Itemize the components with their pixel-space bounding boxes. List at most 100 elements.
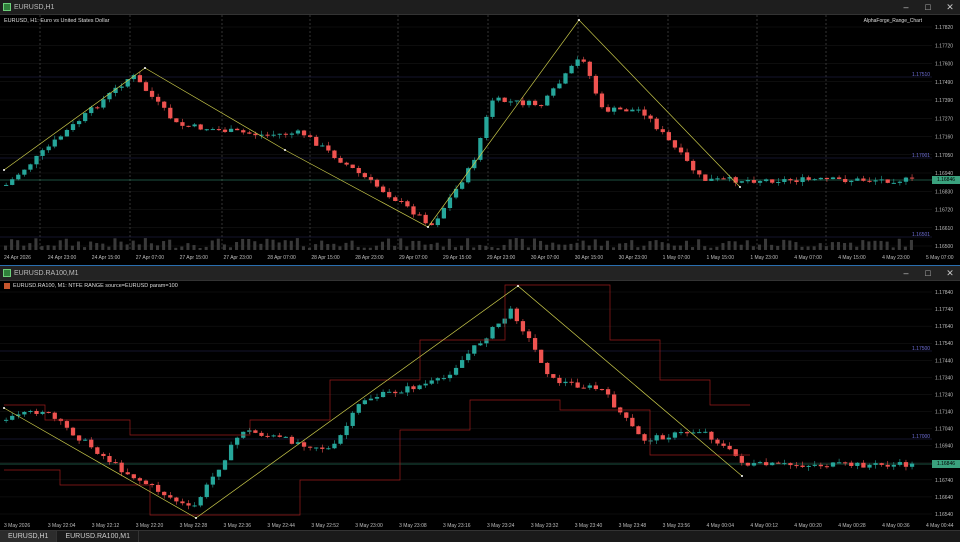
candle-body: [247, 430, 252, 432]
volume-bar: [58, 240, 62, 250]
range-channel-line: [4, 399, 750, 516]
price-tick-label: 1.17240: [935, 392, 953, 398]
volume-bar: [818, 243, 822, 250]
level-label: 1.17510: [912, 72, 930, 78]
candle-body: [101, 99, 106, 108]
close-icon[interactable]: ✕: [944, 267, 956, 279]
time-tick-label: 27 Apr 15:00: [180, 255, 209, 261]
volume-bar: [149, 243, 153, 250]
candle-body: [526, 100, 532, 106]
candle-body: [362, 173, 367, 178]
volume-bar: [441, 246, 445, 250]
volume-bar: [715, 246, 719, 250]
volume-bar: [727, 241, 731, 250]
candle-body: [423, 383, 428, 386]
volume-bar: [526, 247, 530, 250]
volume-bar: [709, 247, 713, 250]
volume-bar: [137, 244, 141, 250]
volume-bar: [332, 243, 336, 250]
volume-bar: [374, 245, 378, 250]
candle-body: [800, 177, 805, 183]
maximize-icon[interactable]: □: [922, 267, 934, 279]
candle-body: [703, 174, 708, 181]
volume-bar: [271, 239, 275, 250]
candle-body: [83, 439, 88, 441]
candle-body: [429, 380, 434, 384]
volume-bar: [770, 244, 774, 250]
volume-bar: [514, 238, 518, 250]
candle-body: [308, 135, 313, 137]
candle-body: [162, 101, 167, 108]
candle-body: [812, 464, 817, 466]
candle-body: [216, 469, 222, 477]
time-tick-label: 4 May 00:20: [794, 523, 822, 529]
candle-body: [849, 462, 854, 466]
volume-bar: [764, 238, 768, 250]
candle-body: [107, 456, 112, 463]
volume-bar: [131, 240, 135, 250]
candle-body: [168, 107, 173, 119]
candle-body: [393, 197, 398, 201]
time-tick-label: 3 May 23:24: [487, 523, 515, 529]
candle-body: [551, 88, 556, 96]
candle-body: [387, 192, 392, 198]
candle-body: [368, 398, 374, 401]
candle-body: [903, 462, 909, 467]
candle-body: [587, 385, 592, 388]
candle-body: [569, 65, 574, 74]
minimize-icon[interactable]: –: [900, 1, 912, 13]
candle-body: [466, 353, 471, 361]
zigzag-point: [517, 285, 519, 287]
volume-bar: [277, 242, 281, 250]
candle-body: [387, 391, 392, 393]
candle-body: [672, 432, 678, 438]
chart-window-eurusd-h1: EURUSD,H1 – □ ✕ 1.17820 1.17720 1.17600 1.1…: [0, 0, 960, 262]
time-tick-label: 29 Apr 23:00: [487, 255, 516, 261]
volume-bar: [812, 246, 816, 250]
candle-body: [22, 169, 27, 175]
window-titlebar[interactable]: EURUSD.RA100,M1 – □ ✕: [0, 265, 960, 281]
candle-body: [557, 377, 562, 384]
volume-bar: [380, 241, 384, 250]
volume-bar: [618, 243, 622, 250]
close-icon[interactable]: ✕: [944, 1, 956, 13]
current-price-tag: 1.16846: [932, 460, 960, 468]
range-channel-line: [4, 284, 750, 436]
candle-body: [532, 338, 538, 350]
candle-body: [204, 484, 209, 498]
candle-body: [83, 113, 88, 122]
window-titlebar[interactable]: EURUSD,H1 – □ ✕: [0, 0, 960, 15]
candle-body: [198, 497, 203, 506]
price-chart-svg[interactable]: 1.17820 1.17720 1.17600 1.17490 1.17390 1.172…: [0, 15, 960, 262]
candle-body: [149, 90, 155, 97]
candle-body: [368, 177, 374, 180]
candle-body: [630, 417, 635, 427]
time-tick-label: 29 Apr 15:00: [443, 255, 472, 261]
candle-body: [593, 385, 599, 390]
candle-body: [52, 139, 57, 147]
candle-body: [380, 186, 386, 193]
maximize-icon[interactable]: □: [922, 1, 934, 13]
candle-body: [435, 378, 440, 381]
candle-body: [788, 463, 793, 466]
candle-body: [241, 130, 246, 133]
volume-bar: [593, 239, 597, 250]
current-price-tag: 1.16846: [932, 176, 960, 184]
price-chart[interactable]: 1.17840 1.17740 1.17640 1.17540 1.17440 1.173…: [0, 280, 960, 530]
candle-body: [520, 100, 526, 106]
price-chart-svg[interactable]: 1.17840 1.17740 1.17640 1.17540 1.17440 1.173…: [0, 280, 960, 530]
price-chart[interactable]: 1.17820 1.17720 1.17600 1.17490 1.17390 1.172…: [0, 15, 960, 262]
candle-body: [76, 121, 82, 125]
candle-body: [350, 412, 355, 426]
candle-body: [326, 448, 331, 450]
price-tick-label: 1.17270: [935, 116, 953, 122]
tab-eurusd-ra100-m1[interactable]: EURUSD.RA100,M1: [57, 531, 140, 542]
time-tick-label: 3 May 22:36: [224, 523, 252, 529]
volume-bar: [599, 245, 603, 250]
candle-body: [849, 180, 854, 183]
candle-body: [453, 367, 459, 375]
tab-eurusd-h1[interactable]: EURUSD,H1: [0, 531, 58, 542]
minimize-icon[interactable]: –: [900, 267, 912, 279]
volume-bar: [168, 239, 172, 250]
candle-body: [776, 462, 781, 464]
